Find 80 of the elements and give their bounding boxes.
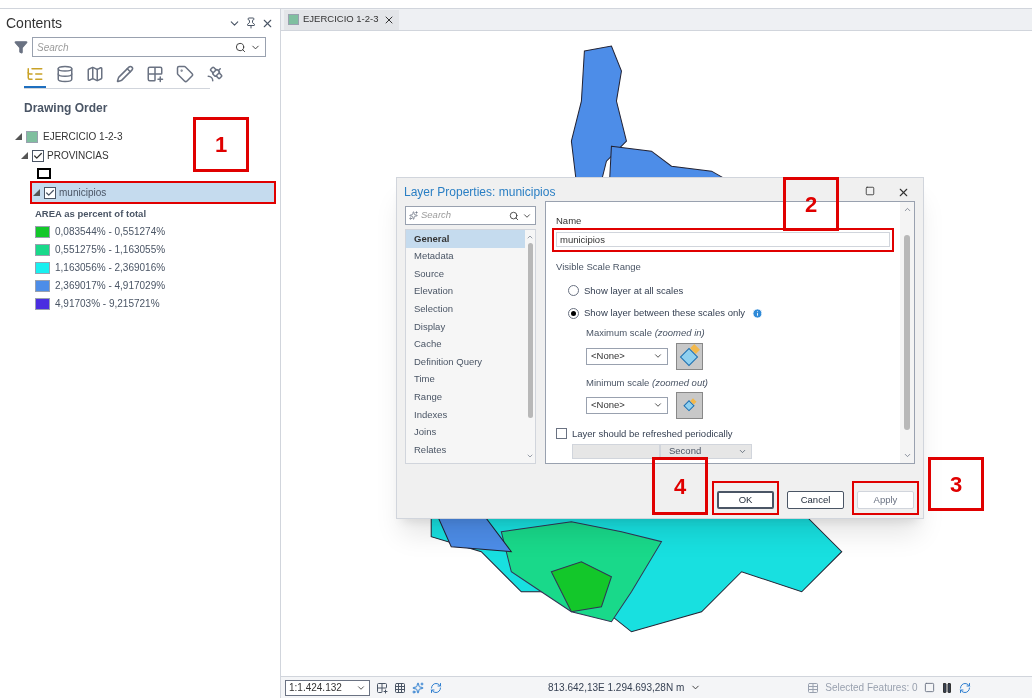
maximize-icon[interactable] bbox=[865, 185, 875, 196]
pane-title: Contents bbox=[6, 13, 63, 33]
refresh-icon[interactable] bbox=[958, 681, 971, 694]
scale-dropdown[interactable]: <None> bbox=[586, 396, 668, 414]
callout-number: 4 bbox=[652, 457, 708, 515]
radio-label[interactable]: Show layer between these scales only bbox=[584, 306, 746, 321]
nav-item[interactable]: Display bbox=[406, 317, 525, 336]
sparkle-icon bbox=[409, 211, 418, 220]
scale-dropdown[interactable]: 1:1.424.132 bbox=[285, 679, 370, 696]
nav-item[interactable]: Range bbox=[406, 388, 525, 406]
nav-item[interactable]: Cache bbox=[406, 335, 525, 354]
callout-number: 2 bbox=[783, 177, 839, 231]
scale-dropdown[interactable]: <None> bbox=[586, 347, 668, 365]
checkbox[interactable] bbox=[556, 428, 567, 440]
search-icon[interactable] bbox=[235, 41, 246, 53]
nav-item[interactable]: Definition Query bbox=[406, 353, 525, 371]
zoom-in-scale-icon[interactable] bbox=[676, 342, 703, 370]
nav-item[interactable]: Indexes bbox=[406, 405, 525, 424]
scale-label: Minimum scale (zoomed out) bbox=[586, 375, 709, 390]
search-icon[interactable] bbox=[509, 210, 519, 221]
field-label: Name bbox=[556, 214, 583, 228]
nav-item[interactable]: Time bbox=[406, 370, 525, 389]
dialog-button[interactable]: OK bbox=[717, 491, 774, 509]
grid-icon[interactable] bbox=[394, 681, 406, 694]
map-icon bbox=[26, 130, 38, 143]
layer-row[interactable]: municipios bbox=[32, 183, 274, 202]
search-input[interactable]: Search bbox=[421, 208, 506, 223]
nav-item[interactable]: General bbox=[406, 230, 525, 248]
legend-label: 1,163056% - 2,369016% bbox=[55, 261, 166, 276]
scroll-down-icon[interactable] bbox=[526, 452, 534, 460]
search-field[interactable]: Search bbox=[32, 37, 266, 57]
scroll-up-icon[interactable] bbox=[526, 233, 534, 241]
map-tab[interactable]: EJERCICIO 1-2-3 bbox=[284, 9, 399, 30]
tree-item[interactable]: EJERCICIO 1-2-3 bbox=[43, 129, 123, 144]
callout-number: 3 bbox=[928, 457, 984, 511]
checkbox[interactable] bbox=[44, 186, 56, 199]
expand-arrow-icon[interactable] bbox=[15, 133, 22, 140]
sparkle-icon[interactable] bbox=[412, 681, 424, 694]
legend-label: 0,083544% - 0,551274% bbox=[55, 225, 166, 240]
expand-arrow-icon[interactable] bbox=[33, 189, 40, 196]
table-icon bbox=[807, 681, 820, 694]
dropdown-icon bbox=[738, 447, 747, 456]
nav-item[interactable]: Joins bbox=[406, 423, 525, 442]
legend-label: 4,91703% - 9,215721% bbox=[55, 297, 160, 312]
dropdown-icon[interactable] bbox=[653, 351, 663, 361]
section-heading: Drawing Order bbox=[24, 100, 109, 117]
legend-title: AREA as percent of total bbox=[35, 207, 148, 221]
scale-label: Maximum scale (zoomed in) bbox=[586, 326, 706, 341]
grid-icon[interactable] bbox=[376, 681, 388, 694]
callout-number: 1 bbox=[193, 117, 249, 172]
dialog-button[interactable]: Cancel bbox=[787, 491, 844, 510]
checkbox-label[interactable]: Layer should be refreshed periodically bbox=[572, 426, 733, 441]
scrollbar[interactable] bbox=[900, 202, 914, 463]
nav-item[interactable]: Selection bbox=[406, 300, 525, 318]
radio-label[interactable]: Show layer at all scales bbox=[584, 283, 684, 298]
pin-icon[interactable] bbox=[245, 16, 257, 29]
filter-icon[interactable] bbox=[14, 40, 28, 54]
pause-icon[interactable] bbox=[940, 681, 953, 694]
nav-item[interactable]: Relates bbox=[406, 441, 525, 459]
zoom-out-scale-icon[interactable] bbox=[676, 391, 703, 419]
name-field[interactable]: municipios bbox=[556, 232, 890, 248]
map-icon bbox=[288, 14, 299, 26]
checkbox[interactable] bbox=[32, 149, 44, 162]
nav-item[interactable]: Elevation bbox=[406, 282, 525, 301]
view-tab[interactable] bbox=[24, 65, 46, 88]
scroll-down-icon[interactable] bbox=[902, 451, 912, 460]
search-field[interactable]: Search bbox=[405, 206, 536, 225]
nav-item[interactable]: Metadata bbox=[406, 247, 525, 266]
search-input[interactable]: Search bbox=[37, 39, 235, 55]
dialog-title: Layer Properties: municipios bbox=[404, 184, 556, 201]
section-label: Visible Scale Range bbox=[556, 259, 642, 274]
info-icon[interactable] bbox=[752, 307, 764, 319]
legend-label: 0,551275% - 1,163055% bbox=[55, 243, 166, 258]
legend-label: 2,369017% - 4,917029% bbox=[55, 279, 166, 294]
expand-arrow-icon[interactable] bbox=[21, 152, 28, 159]
refresh-icon[interactable] bbox=[430, 681, 442, 694]
nav-item[interactable]: Source bbox=[406, 265, 525, 283]
square-icon[interactable] bbox=[923, 682, 935, 694]
selected-features: Selected Features: 0 bbox=[825, 681, 918, 696]
coordinates: 813.642,13E 1.294.693,28N m bbox=[548, 681, 685, 696]
